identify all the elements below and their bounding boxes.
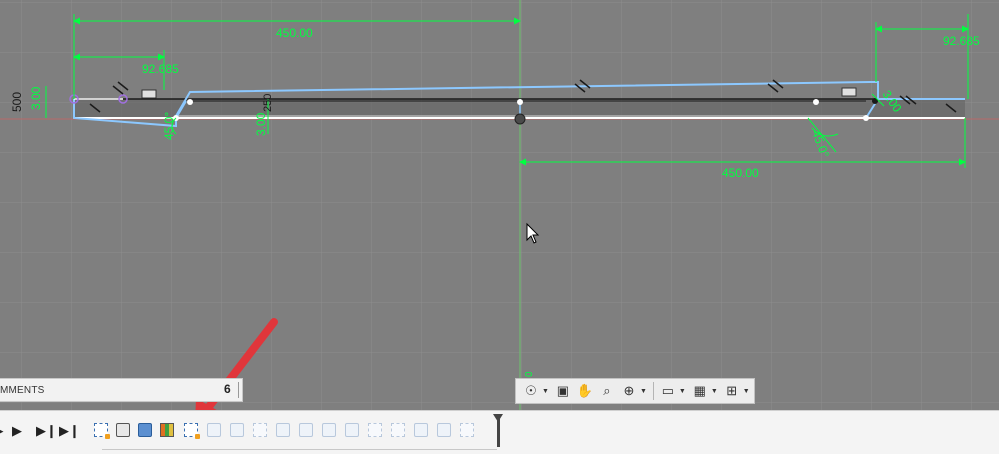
timeline-feature-icon[interactable] (207, 423, 221, 437)
fit-dropdown-icon[interactable]: ▼ (640, 388, 647, 395)
constraint-icon (841, 87, 857, 97)
look-at-icon[interactable]: ▣ (552, 381, 574, 401)
timeline-feature-icon[interactable] (345, 423, 359, 437)
viewports-dropdown-icon[interactable]: ▼ (743, 388, 750, 395)
grid-value-label: 250 (262, 94, 274, 112)
comments-label: MMENTS (0, 385, 45, 396)
timeline-sketch-icon[interactable] (391, 423, 405, 437)
pan-icon[interactable]: ✋ (574, 381, 596, 401)
timeline-marker[interactable] (497, 417, 500, 447)
comments-panel[interactable]: MMENTS 6 (0, 378, 243, 402)
origin-point[interactable] (514, 113, 526, 125)
dimension-right-offset[interactable]: 92.685 (943, 34, 980, 48)
display-settings-icon[interactable]: ▭ (657, 381, 679, 401)
fit-icon[interactable]: ⊕ (618, 381, 640, 401)
sketch-point[interactable] (517, 99, 523, 105)
sketch-point[interactable] (187, 99, 193, 105)
dimension-center-thickness[interactable]: 3.00 (254, 112, 268, 136)
grid-settings-icon[interactable]: ▦ (689, 381, 711, 401)
sketch-point[interactable] (813, 99, 819, 105)
timeline-sketch-icon[interactable] (253, 423, 267, 437)
go-to-end-icon[interactable]: ▶❙ (59, 423, 80, 439)
dimension-left-thickness[interactable]: 3.00 (29, 86, 43, 110)
comments-separator (238, 382, 239, 398)
timeline-feature-icon[interactable] (230, 423, 244, 437)
timeline-shell-icon[interactable] (138, 423, 152, 437)
step-forward-icon[interactable]: ▶❙ (36, 423, 57, 439)
timeline-track (102, 449, 497, 450)
timeline-sketch-active-icon[interactable] (184, 423, 200, 439)
dimension-left-angle[interactable]: 45.0° (162, 112, 176, 140)
step-back-icon[interactable]: ▸ (0, 423, 4, 439)
constraint-icon (141, 89, 157, 99)
grid-dropdown-icon[interactable]: ▼ (711, 388, 718, 395)
orbit-icon[interactable]: ☉ (520, 381, 542, 401)
timeline-box-icon[interactable] (116, 423, 130, 437)
play-icon[interactable]: ▶ (12, 423, 22, 439)
dimension-bottom-right-length[interactable]: 450.00 (722, 166, 759, 180)
toolbar-separator (652, 382, 654, 400)
timeline-feature-icon[interactable] (437, 423, 451, 437)
timeline-sketch-icon[interactable] (368, 423, 382, 437)
timeline-feature-icon[interactable] (276, 423, 290, 437)
navigation-toolbar: ☉ ▼ ▣ ✋ ⌕ ⊕ ▼ ▭ ▼ ▦ ▼ ⊞ ▼ (515, 378, 755, 404)
axis-origin-label: 0 (524, 371, 535, 377)
comments-toggle-icon[interactable]: 6 (224, 382, 231, 396)
timeline-feature-icon[interactable] (322, 423, 336, 437)
zoom-icon[interactable]: ⌕ (596, 381, 618, 401)
display-dropdown-icon[interactable]: ▼ (679, 388, 686, 395)
sketch-point[interactable] (863, 115, 869, 121)
timeline-sketch-icon[interactable] (94, 423, 110, 439)
orbit-dropdown-icon[interactable]: ▼ (542, 388, 549, 395)
timeline-split-icon[interactable] (160, 423, 174, 437)
grid-value-label: 500 (10, 92, 24, 112)
viewports-icon[interactable]: ⊞ (721, 381, 743, 401)
timeline-feature-icon[interactable] (414, 423, 428, 437)
dimension-left-offset[interactable]: 92.685 (142, 62, 179, 76)
timeline-sketch-icon[interactable] (460, 423, 474, 437)
timeline-feature-icon[interactable] (299, 423, 313, 437)
dimension-top-left-length[interactable]: 450.00 (276, 26, 313, 40)
timeline-bar: ▸ ▶ ▶❙ ▶❙ (0, 410, 999, 454)
